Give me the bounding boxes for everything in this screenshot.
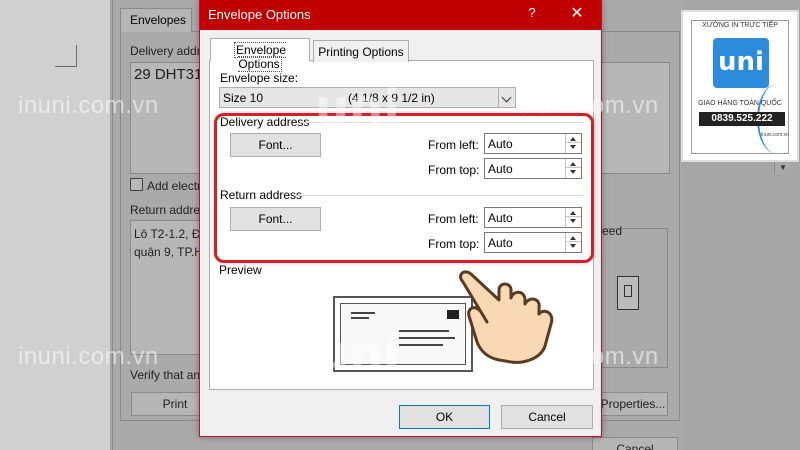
delivery-address-label: Delivery addre <box>130 44 208 58</box>
watermark-text: inuni.com.vn <box>518 92 659 119</box>
tab-envelopes[interactable]: Envelopes <box>120 8 192 32</box>
add-electronic-postage-checkbox[interactable] <box>130 178 143 191</box>
scroll-down-icon[interactable]: ▼ <box>775 163 791 172</box>
badge-ship-text: GIAO HÀNG TOÀN QUỐC <box>698 100 782 107</box>
close-icon[interactable]: ✕ <box>568 3 586 23</box>
page-corner-mark <box>55 45 77 67</box>
envelope-size-value: Size 10 <box>223 91 264 105</box>
highlight-box <box>214 113 594 263</box>
badge-site: inuni.com.vn <box>760 132 789 138</box>
chevron-down-icon[interactable] <box>498 88 515 107</box>
return-address-mark <box>351 312 375 314</box>
tab-label: Envelope Options <box>233 42 287 72</box>
envelopes-cancel-button[interactable]: Cancel <box>592 437 678 450</box>
ok-button[interactable]: OK <box>399 405 490 429</box>
watermark-logo: uni <box>315 80 400 136</box>
watermark-text: inuni.com.vn <box>18 92 159 119</box>
properties-button[interactable]: Properties... <box>598 392 668 416</box>
badge-phone: 0839.525.222 <box>699 112 785 126</box>
badge-top-text: XƯỞNG IN TRỰC TIẾP <box>702 22 778 29</box>
feed-icon[interactable] <box>617 276 639 310</box>
address-line-mark <box>399 344 443 346</box>
address-line-mark <box>399 330 449 332</box>
watermark-logo: uni <box>315 325 400 381</box>
brand-badge: XƯỞNG IN TRỰC TIẾP uni GIAO HÀNG TOÀN QU… <box>683 12 797 160</box>
cancel-button[interactable]: Cancel <box>501 405 593 429</box>
tab-envelope-options[interactable]: Envelope Options <box>210 38 310 72</box>
delivery-address-value: 29 DHT31, <box>134 66 207 83</box>
document-area <box>0 0 110 450</box>
dialog-title: Envelope Options <box>208 7 311 22</box>
badge-logo: uni <box>713 38 769 88</box>
feed-label: eed <box>602 224 623 238</box>
preview-label: Preview <box>219 263 262 277</box>
tab-printing-options[interactable]: Printing Options <box>313 40 409 62</box>
envelope-size-label: Envelope size: <box>220 71 299 85</box>
pointing-hand-icon <box>459 270 554 364</box>
address-line-mark <box>399 337 455 339</box>
return-address-mark <box>351 317 369 319</box>
dialog-titlebar: Envelope Options ? ✕ <box>200 0 601 30</box>
help-icon[interactable]: ? <box>525 5 539 20</box>
watermark-text: inuni.com.vn <box>18 343 159 370</box>
